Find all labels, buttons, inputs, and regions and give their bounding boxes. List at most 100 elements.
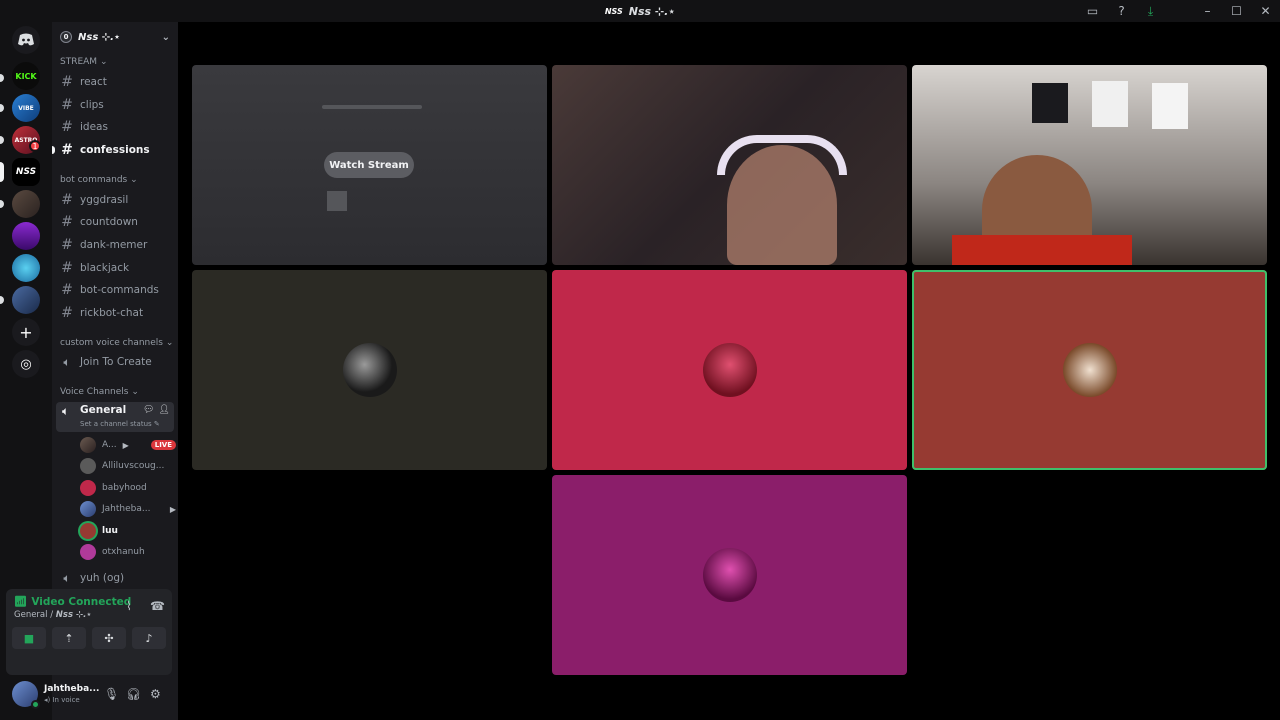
unread-pill: [0, 74, 4, 82]
stream-tile[interactable]: Watch Stream: [192, 65, 547, 265]
voice-channel-yuh-og[interactable]: 🔈︎ yuh (og): [56, 568, 174, 588]
guild-header[interactable]: 0 Nss ⊹.⋆ ⌄: [52, 22, 178, 52]
soundboard-icon: ♪: [145, 631, 153, 645]
channel-react[interactable]: # react: [56, 72, 174, 92]
hash-icon: #: [61, 74, 73, 90]
speaker-icon: 🔈︎: [62, 404, 70, 418]
video-grid: Watch Stream: [178, 22, 1280, 720]
channel-label: Join To Create: [80, 356, 152, 368]
server-6[interactable]: [12, 222, 40, 250]
category-stream[interactable]: STREAM ⌄: [60, 57, 107, 67]
channel-ideas[interactable]: # ideas: [56, 117, 174, 137]
microphone-icon[interactable]: 🎙︎: [104, 687, 119, 701]
server-vibe-out[interactable]: VIBE: [12, 94, 40, 122]
voice-connection-panel: 📶︎ Video Connected General / Nss ⊹.⋆ ⌇ ☎︎…: [6, 589, 172, 675]
server-label: Nss ⊹.⋆: [55, 610, 92, 620]
unread-pill: [0, 200, 4, 208]
maximize-icon[interactable]: ☐: [1222, 0, 1251, 22]
voice-member[interactable]: Alliluvscoug...: [80, 456, 176, 476]
voice-member[interactable]: A... ▶ LIVE: [80, 435, 176, 455]
hash-icon: #: [61, 119, 73, 135]
connection-location[interactable]: General / Nss ⊹.⋆: [14, 610, 92, 620]
channel-label: bot-commands: [80, 284, 159, 296]
voice-member[interactable]: Jahtheba... ▶: [80, 499, 176, 519]
minimize-icon[interactable]: –: [1193, 0, 1222, 22]
soundboard-button[interactable]: ♪: [132, 627, 166, 649]
headphones-icon[interactable]: 🎧︎: [126, 687, 141, 701]
speaker-icon: 🔈︎: [63, 354, 71, 369]
channel-blackjack[interactable]: # blackjack: [56, 258, 174, 278]
chevron-down-icon: ⌄: [161, 31, 170, 43]
server-7[interactable]: [12, 254, 40, 282]
user-status-label: In voice: [52, 696, 80, 704]
voice-member[interactable]: luu: [80, 521, 176, 541]
channel-label: yggdrasil: [80, 194, 129, 206]
camera-button[interactable]: ■: [12, 627, 46, 649]
video-tile[interactable]: [552, 65, 907, 265]
category-voice-channels[interactable]: Voice Channels ⌄: [60, 387, 139, 397]
username[interactable]: Jahtheba...: [44, 684, 99, 694]
server-kick[interactable]: KICK: [12, 62, 40, 90]
discord-home-icon[interactable]: [12, 26, 40, 54]
unread-pill: [0, 104, 4, 112]
server-nss[interactable]: NSS: [12, 158, 40, 186]
category-label: bot commands: [60, 175, 128, 185]
audio-tile[interactable]: [552, 475, 907, 675]
connection-status[interactable]: 📶︎ Video Connected: [14, 595, 131, 609]
video-tile[interactable]: [912, 65, 1267, 265]
channel-dank-memer[interactable]: # dank-memer: [56, 235, 174, 255]
audio-tile[interactable]: [552, 270, 907, 470]
user-status: ◂) In voice: [44, 696, 80, 704]
channel-label: clips: [80, 99, 104, 111]
close-icon[interactable]: ✕: [1251, 0, 1280, 22]
screen-share-button[interactable]: ⇡: [52, 627, 86, 649]
watch-stream-button[interactable]: Watch Stream: [324, 152, 414, 178]
mention-badge: 1: [29, 140, 41, 152]
signal-icon: 📶︎: [14, 596, 28, 608]
member-name: luu: [102, 526, 118, 536]
channel-yggdrasil[interactable]: # yggdrasil: [56, 190, 174, 210]
voice-channel-join-to-create[interactable]: 🔈︎ Join To Create: [56, 352, 174, 372]
server-8[interactable]: [12, 286, 40, 314]
voice-channel-general[interactable]: 🔈︎ General Set a channel status ✎ 💬︎ 👤︎: [56, 402, 174, 432]
invite-icon[interactable]: 👤︎: [159, 405, 170, 415]
activities-button[interactable]: ✣: [92, 627, 126, 649]
settings-gear-icon[interactable]: ⚙: [150, 687, 161, 701]
channel-label: dank-memer: [80, 239, 148, 251]
channel-label: General: [80, 404, 127, 416]
avatar: [702, 548, 757, 602]
add-server-icon[interactable]: +: [12, 318, 40, 346]
stream-preview-qr: [327, 191, 347, 211]
member-name: Jahtheba...: [102, 504, 151, 514]
channel-label: confessions: [80, 144, 150, 156]
channel-status-input[interactable]: Set a channel status ✎: [80, 420, 160, 428]
unread-pill: [0, 136, 4, 144]
audio-tile[interactable]: [192, 270, 547, 470]
inbox-icon[interactable]: ▭: [1078, 0, 1107, 22]
window-title-text: Nss ⊹.⋆: [628, 4, 676, 18]
download-icon[interactable]: ⤓: [1136, 0, 1165, 22]
channel-countdown[interactable]: # countdown: [56, 212, 174, 232]
server-5[interactable]: [12, 190, 40, 218]
channel-label: react: [80, 76, 107, 88]
category-bot-commands[interactable]: bot commands ⌄: [60, 175, 138, 185]
help-icon[interactable]: ?: [1107, 0, 1136, 22]
discover-icon[interactable]: ◎: [12, 350, 40, 378]
hash-icon: #: [61, 260, 73, 276]
audio-tile-speaking[interactable]: [912, 270, 1267, 470]
channel-clips[interactable]: # clips: [56, 95, 174, 115]
chat-icon[interactable]: 💬︎: [143, 405, 154, 415]
noise-suppression-icon[interactable]: ⌇: [126, 599, 132, 613]
channel-bot-commands[interactable]: # bot-commands: [56, 280, 174, 300]
voice-member[interactable]: babyhood: [80, 478, 176, 498]
hanging-shirt: [1092, 81, 1128, 127]
channel-confessions[interactable]: # confessions: [52, 140, 174, 160]
unread-pill: [52, 146, 55, 154]
avatar: [702, 343, 757, 397]
voice-member[interactable]: otxhanuh: [80, 542, 176, 562]
user-panel: Jahtheba... ◂) In voice 🎙︎ 🎧︎ ⚙: [6, 675, 172, 715]
category-custom-voice[interactable]: custom voice channels ⌄: [60, 338, 173, 348]
disconnect-icon[interactable]: ☎︎: [150, 599, 165, 613]
channel-label: blackjack: [80, 262, 130, 274]
channel-rickbot-chat[interactable]: # rickbot-chat: [56, 303, 174, 323]
